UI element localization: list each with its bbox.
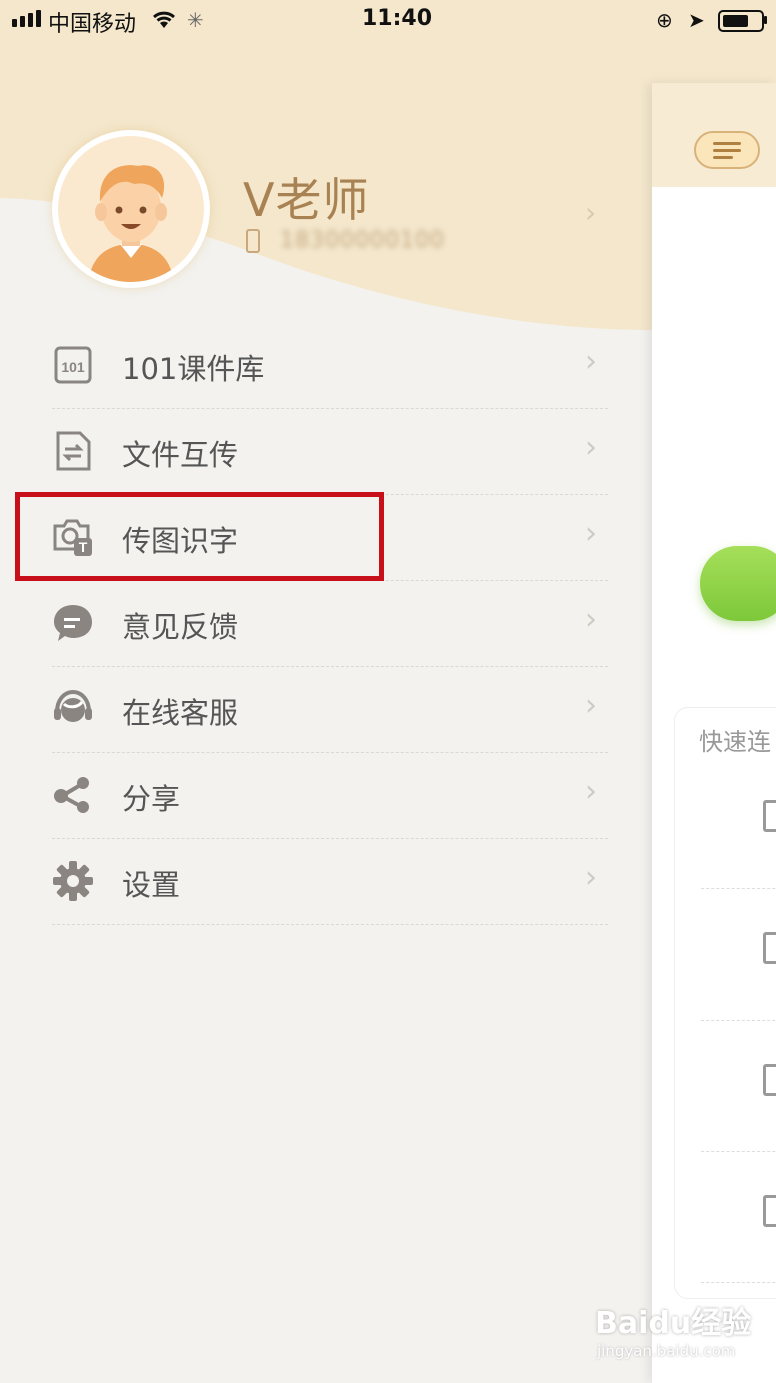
menu-item-online-service[interactable]: 在线客服 › bbox=[52, 666, 608, 753]
quick-connect-row[interactable] bbox=[701, 1151, 776, 1152]
feedback-bubble-icon bbox=[54, 605, 92, 641]
location-arrow-icon: ➤ bbox=[688, 8, 705, 32]
chevron-right-icon: › bbox=[585, 344, 597, 379]
watermark-url: jingyan.baidu.com bbox=[597, 1342, 736, 1360]
quick-connect-row[interactable] bbox=[701, 888, 776, 889]
highlight-annotation-box bbox=[15, 492, 384, 581]
chevron-right-icon: › bbox=[585, 602, 597, 637]
wifi-icon bbox=[153, 11, 175, 28]
watermark-brand: Baidu经验 bbox=[595, 1306, 752, 1341]
status-bar: 中国移动 ✳ 11:40 ⊕ ➤ bbox=[0, 0, 776, 40]
side-drawer: V老师 18300000100 › 101 101课件库 › 文件互传 › T … bbox=[0, 0, 652, 1380]
menu-label: 分享 bbox=[122, 782, 181, 816]
profile-chevron-right-icon[interactable]: › bbox=[585, 196, 596, 229]
menu-item-settings[interactable]: 设置 › bbox=[52, 838, 608, 925]
chevron-right-icon: › bbox=[585, 516, 597, 551]
primary-action-button[interactable] bbox=[700, 546, 776, 621]
battery-icon bbox=[718, 10, 764, 32]
signal-strength-icon bbox=[12, 10, 41, 27]
user-name[interactable]: V老师 bbox=[243, 164, 369, 230]
device-icon bbox=[763, 1195, 776, 1227]
baidu-watermark: Baidu经验 jingyan.baidu.com bbox=[595, 1298, 751, 1360]
menu-toggle-button[interactable] bbox=[694, 131, 760, 169]
menu-item-share[interactable]: 分享 › bbox=[52, 752, 608, 839]
settings-gear-icon bbox=[53, 861, 93, 901]
main-panel-header bbox=[652, 83, 776, 187]
share-icon bbox=[54, 777, 89, 813]
main-panel: 快速连 bbox=[652, 83, 776, 1383]
carrier-label: 中国移动 bbox=[48, 12, 137, 37]
device-icon bbox=[763, 1064, 776, 1096]
menu-item-file-transfer[interactable]: 文件互传 › bbox=[52, 408, 608, 495]
device-icon bbox=[763, 932, 776, 964]
chevron-right-icon: › bbox=[585, 688, 597, 723]
orientation-lock-icon: ⊕ bbox=[656, 8, 673, 32]
phone-icon bbox=[246, 229, 260, 253]
menu-label: 文件互传 bbox=[122, 438, 239, 472]
svg-text:101: 101 bbox=[61, 359, 85, 375]
chevron-right-icon: › bbox=[585, 430, 597, 465]
device-icon bbox=[763, 800, 776, 832]
file-transfer-icon bbox=[56, 431, 91, 471]
battery-tip bbox=[764, 16, 767, 24]
teacher-avatar-icon bbox=[88, 165, 174, 282]
courseware-library-icon: 101 bbox=[54, 346, 92, 384]
menu-label: 设置 bbox=[122, 868, 181, 902]
quick-connect-card: 快速连 bbox=[674, 707, 776, 1299]
avatar[interactable] bbox=[52, 130, 210, 288]
menu-label: 意见反馈 bbox=[122, 610, 239, 644]
customer-service-headset-icon bbox=[54, 689, 92, 722]
menu-item-feedback[interactable]: 意见反馈 › bbox=[52, 580, 608, 667]
phone-number: 18300000100 bbox=[280, 228, 445, 253]
quick-connect-row[interactable] bbox=[701, 1020, 776, 1021]
menu-label: 在线客服 bbox=[122, 696, 239, 730]
menu-label: 101课件库 bbox=[122, 352, 265, 386]
chevron-right-icon: › bbox=[585, 774, 597, 809]
menu-item-courseware-library[interactable]: 101 101课件库 › bbox=[52, 322, 608, 409]
quick-connect-row[interactable] bbox=[701, 1282, 776, 1283]
chevron-right-icon: › bbox=[585, 860, 597, 895]
loading-spinner-icon: ✳ bbox=[187, 8, 204, 32]
quick-connect-title: 快速连 bbox=[699, 728, 771, 756]
status-time: 11:40 bbox=[362, 6, 433, 31]
